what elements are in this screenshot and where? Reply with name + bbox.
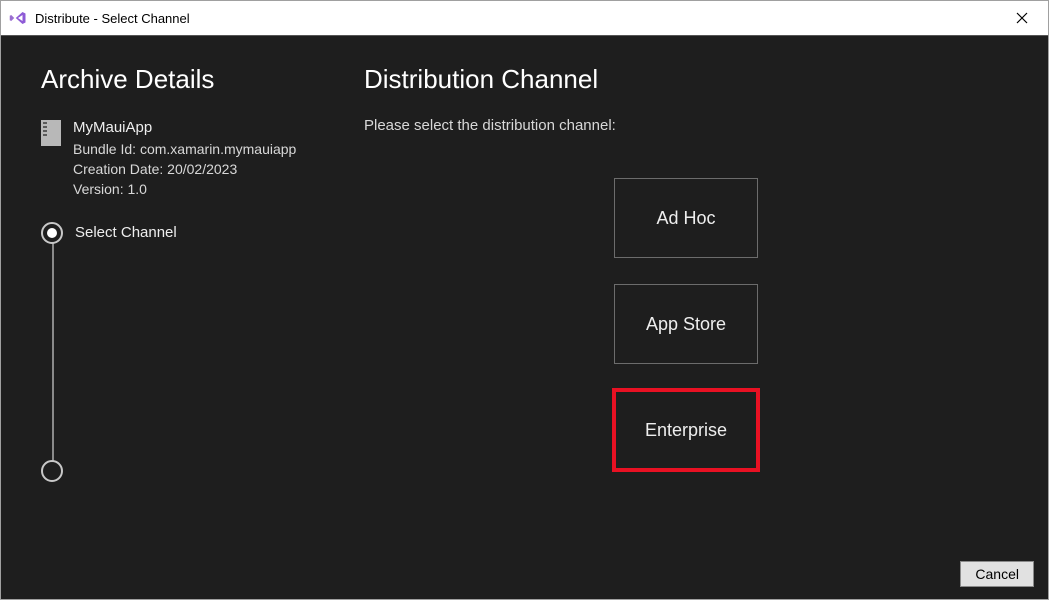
step-label: Select Channel <box>75 224 177 241</box>
channel-prompt: Please select the distribution channel: <box>364 117 1008 134</box>
titlebar: Distribute - Select Channel <box>1 1 1048 36</box>
dialog-window: Distribute - Select Channel Archive Deta… <box>0 0 1049 600</box>
step-connector <box>52 238 54 474</box>
dialog-content: Archive Details MyMauiApp Bundle Id: com… <box>1 36 1048 599</box>
version-value: 1.0 <box>127 181 146 197</box>
step-select-channel: Select Channel <box>41 222 177 244</box>
app-name: MyMauiApp <box>73 117 296 139</box>
window-title: Distribute - Select Channel <box>35 11 1002 26</box>
version-label: Version: <box>73 181 124 197</box>
bundle-id-value: com.xamarin.mymauiapp <box>140 141 296 157</box>
creation-date-row: Creation Date: 20/02/2023 <box>73 159 296 179</box>
step-bullet-active-icon <box>41 222 63 244</box>
dialog-footer: Cancel <box>960 561 1034 587</box>
distribution-channel-heading: Distribution Channel <box>364 64 1008 95</box>
bundle-id-label: Bundle Id: <box>73 141 136 157</box>
creation-date-value: 20/02/2023 <box>167 161 237 177</box>
wizard-steps: Select Channel <box>41 222 354 482</box>
archive-details-panel: Archive Details MyMauiApp Bundle Id: com… <box>1 64 364 599</box>
channel-enterprise-button[interactable]: Enterprise <box>614 390 758 470</box>
channel-button-group: Ad Hoc App Store Enterprise <box>614 178 758 470</box>
channel-appstore-button[interactable]: App Store <box>614 284 758 364</box>
distribution-channel-panel: Distribution Channel Please select the d… <box>364 64 1048 599</box>
step-next <box>41 460 63 482</box>
creation-date-label: Creation Date: <box>73 161 163 177</box>
archive-summary: MyMauiApp Bundle Id: com.xamarin.mymauia… <box>41 117 354 200</box>
close-icon[interactable] <box>1002 3 1042 33</box>
version-row: Version: 1.0 <box>73 179 296 199</box>
archive-file-icon <box>41 120 61 146</box>
visual-studio-icon <box>9 9 27 27</box>
dialog-body: Archive Details MyMauiApp Bundle Id: com… <box>1 36 1048 599</box>
archive-meta: MyMauiApp Bundle Id: com.xamarin.mymauia… <box>73 117 296 200</box>
channel-adhoc-button[interactable]: Ad Hoc <box>614 178 758 258</box>
archive-details-heading: Archive Details <box>41 64 354 95</box>
cancel-button[interactable]: Cancel <box>960 561 1034 587</box>
bundle-id-row: Bundle Id: com.xamarin.mymauiapp <box>73 139 296 159</box>
step-bullet-inactive-icon <box>41 460 63 482</box>
